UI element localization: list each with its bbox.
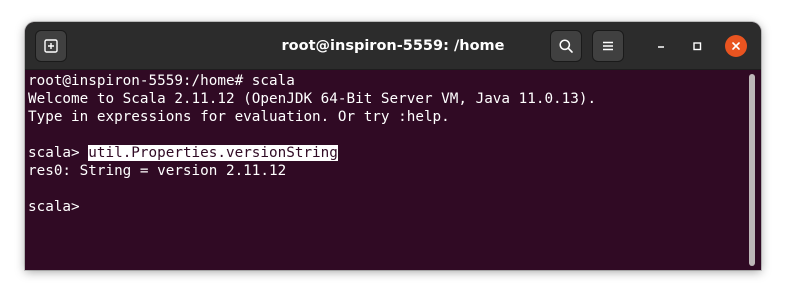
search-button[interactable] — [550, 30, 582, 62]
minimize-button[interactable] — [650, 35, 672, 57]
new-tab-button[interactable] — [35, 30, 67, 62]
maximize-button[interactable] — [686, 35, 708, 57]
title-bar[interactable]: root@inspiron-5559: /home — [25, 22, 761, 70]
selected-command-text[interactable]: util.Properties.versionString — [88, 145, 338, 161]
menu-button[interactable] — [592, 30, 624, 62]
search-icon — [559, 39, 573, 53]
terminal-window: root@inspiron-5559: /home root@inspiron-… — [25, 22, 761, 270]
minimize-icon — [658, 46, 664, 48]
terminal-line: root@inspiron-5559:/home# scala — [28, 73, 295, 89]
terminal-output[interactable]: root@inspiron-5559:/home# scala Welcome … — [25, 70, 761, 270]
maximize-icon — [693, 42, 702, 51]
terminal-line: Type in expressions for evaluation. Or t… — [28, 109, 450, 125]
terminal-line: res0: String = version 2.11.12 — [28, 163, 287, 179]
scrollbar[interactable] — [749, 74, 755, 266]
terminal-line: scala> util.Properties.versionString — [28, 144, 338, 162]
terminal-line: Welcome to Scala 2.11.12 (OpenJDK 64-Bit… — [28, 91, 597, 107]
scala-prompt: scala> — [28, 145, 89, 161]
hamburger-menu-icon — [603, 41, 613, 51]
terminal-line: scala> — [28, 199, 80, 215]
close-icon — [732, 42, 740, 50]
close-button[interactable] — [725, 35, 747, 57]
new-tab-icon — [44, 39, 58, 53]
